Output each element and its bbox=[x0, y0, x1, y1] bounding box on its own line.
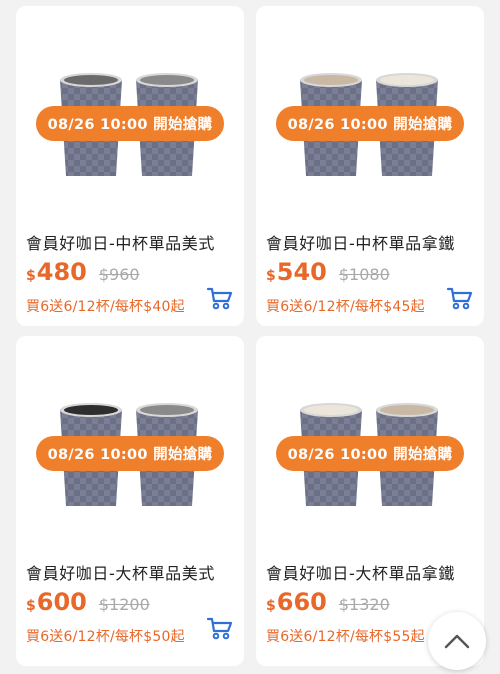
chevron-up-icon bbox=[444, 634, 470, 649]
original-price: $960 bbox=[98, 265, 140, 284]
promo-text: 買6送6/12杯/每杯$55起 bbox=[266, 629, 425, 645]
product-image[interactable]: 08/26 10:00 開始搶購 bbox=[256, 6, 484, 218]
price-row: $ 600 $1200 bbox=[26, 588, 150, 620]
cart-icon[interactable] bbox=[206, 616, 234, 640]
sale-price: 540 bbox=[276, 258, 327, 286]
original-price: $1080 bbox=[338, 265, 390, 284]
product-image[interactable]: 08/26 10:00 開始搶購 bbox=[256, 336, 484, 548]
product-image[interactable]: 08/26 10:00 開始搶購 bbox=[16, 6, 244, 218]
product-image[interactable]: 08/26 10:00 開始搶購 bbox=[16, 336, 244, 548]
promo-text: 買6送6/12杯/每杯$45起 bbox=[266, 299, 425, 315]
price-row: $ 480 $960 bbox=[26, 258, 140, 290]
sale-price: 660 bbox=[276, 588, 327, 616]
product-name[interactable]: 會員好咖日-中杯單品美式 bbox=[26, 230, 241, 254]
sale-start-badge: 08/26 10:00 開始搶購 bbox=[276, 436, 464, 471]
cart-icon[interactable] bbox=[206, 286, 234, 310]
cart-icon[interactable] bbox=[446, 286, 474, 310]
product-grid: 08/26 10:00 開始搶購 會員好咖日-中杯單品美式 $ 480 $960… bbox=[0, 0, 500, 666]
scroll-to-top-button[interactable] bbox=[428, 612, 486, 670]
currency-symbol: $ bbox=[266, 598, 276, 614]
currency-symbol: $ bbox=[26, 598, 36, 614]
original-price: $1320 bbox=[338, 595, 390, 614]
sale-start-badge: 08/26 10:00 開始搶購 bbox=[36, 106, 224, 141]
currency-symbol: $ bbox=[266, 268, 276, 284]
promo-text: 買6送6/12杯/每杯$40起 bbox=[26, 299, 185, 315]
product-name[interactable]: 會員好咖日-中杯單品拿鐵 bbox=[266, 230, 481, 254]
sale-price: 480 bbox=[36, 258, 87, 286]
original-price: $1200 bbox=[98, 595, 150, 614]
promo-text: 買6送6/12杯/每杯$50起 bbox=[26, 629, 185, 645]
currency-symbol: $ bbox=[26, 268, 36, 284]
price-row: $ 540 $1080 bbox=[266, 258, 390, 290]
sale-start-badge: 08/26 10:00 開始搶購 bbox=[276, 106, 464, 141]
sale-start-badge: 08/26 10:00 開始搶購 bbox=[36, 436, 224, 471]
product-card[interactable]: 08/26 10:00 開始搶購 會員好咖日-中杯單品美式 $ 480 $960… bbox=[16, 6, 244, 326]
product-card[interactable]: 08/26 10:00 開始搶購 會員好咖日-中杯單品拿鐵 $ 540 $108… bbox=[256, 6, 484, 326]
sale-price: 600 bbox=[36, 588, 87, 616]
product-card[interactable]: 08/26 10:00 開始搶購 會員好咖日-大杯單品美式 $ 600 $120… bbox=[16, 336, 244, 666]
product-name[interactable]: 會員好咖日-大杯單品美式 bbox=[26, 560, 241, 584]
product-name[interactable]: 會員好咖日-大杯單品拿鐵 bbox=[266, 560, 481, 584]
price-row: $ 660 $1320 bbox=[266, 588, 390, 620]
